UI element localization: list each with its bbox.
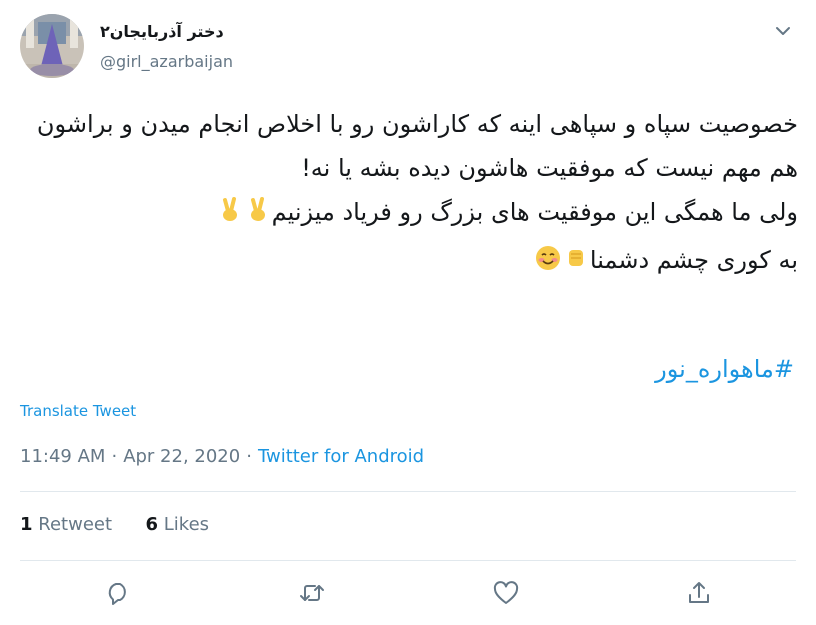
user-handle[interactable]: @girl_azarbaijan — [100, 52, 233, 71]
meta-separator: · — [246, 446, 252, 467]
share-button[interactable] — [684, 578, 714, 608]
tweet-date[interactable]: Apr 22, 2020 — [123, 446, 240, 467]
tweet-time[interactable]: 11:49 AM — [20, 446, 105, 467]
like-icon — [493, 581, 519, 604]
display-name[interactable]: دختر آذربایجان۲ — [100, 22, 224, 41]
retweets-label: Retweet — [38, 514, 113, 535]
tweet-stats: 1 Retweet 6 Likes — [20, 514, 209, 535]
tweet-line-1: خصوصیت سپاه و سپاهی اینه که کاراشون رو ب… — [36, 110, 798, 182]
tweet-source-link[interactable]: Twitter for Android — [258, 446, 424, 467]
smiling-face-emoji-icon — [534, 242, 562, 286]
tweet-line-2: ولی ما همگی این موفقیت های بزرگ رو فریاد… — [271, 198, 798, 226]
like-button[interactable] — [491, 578, 521, 608]
likes-label: Likes — [163, 514, 210, 535]
retweet-button[interactable] — [297, 578, 327, 608]
avatar[interactable] — [20, 14, 84, 78]
victory-hand-emoji-icon — [244, 194, 272, 238]
hashtag-link[interactable]: #ماهواره_نور — [655, 355, 794, 383]
victory-hand-emoji-icon — [216, 194, 244, 238]
retweets-stat[interactable]: 1 Retweet — [20, 514, 112, 535]
tweet-line-3: به کوری چشم دشمنا — [589, 246, 798, 274]
retweet-icon — [300, 585, 324, 601]
share-icon — [689, 582, 709, 603]
avatar-image-icon — [20, 14, 84, 78]
translate-tweet-link[interactable]: Translate Tweet — [20, 402, 136, 420]
reply-icon — [108, 583, 126, 605]
likes-stat[interactable]: 6 Likes — [146, 514, 210, 535]
tweet-meta: 11:49 AM · Apr 22, 2020 · Twitter for Androi… — [20, 446, 424, 467]
meta-separator: · — [111, 446, 118, 467]
retweets-count: 1 — [20, 514, 33, 535]
likes-count: 6 — [145, 514, 159, 535]
tweet-text: خصوصیت سپاه و سپاهی اینه که کاراشون رو ب… — [20, 102, 798, 286]
raised-fist-emoji-icon — [562, 242, 590, 286]
chevron-down-icon[interactable] — [772, 20, 794, 42]
divider — [20, 560, 796, 561]
reply-button[interactable] — [103, 578, 133, 608]
divider — [20, 491, 796, 492]
